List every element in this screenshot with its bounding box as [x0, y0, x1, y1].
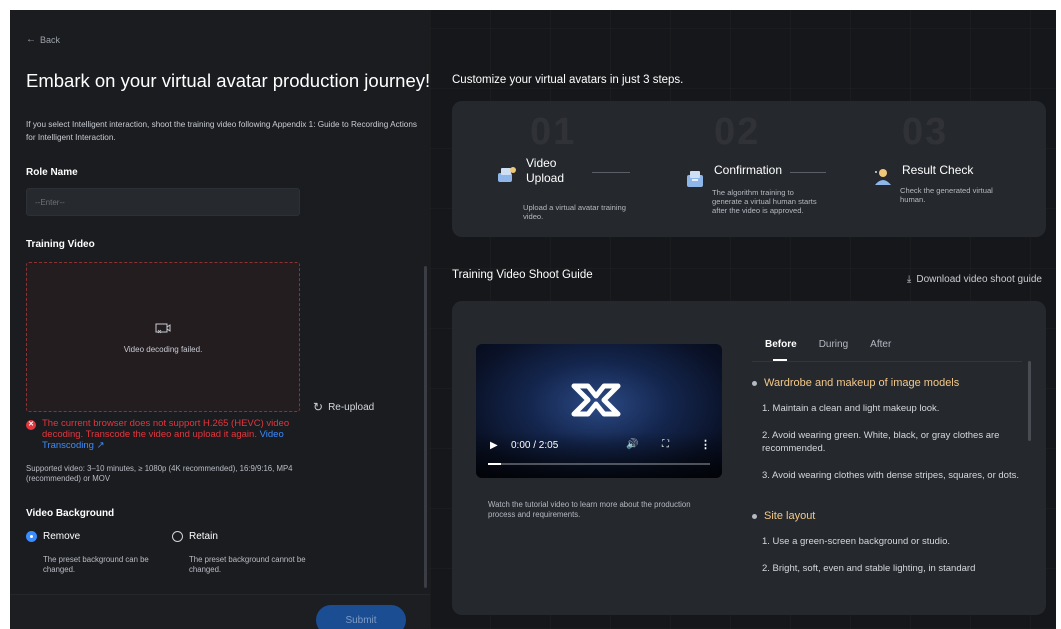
step-result-check: 03 Result Check Check the generated virt…	[852, 101, 1046, 237]
bullet-icon	[752, 380, 757, 386]
reupload-label: Re-upload	[328, 401, 375, 413]
upload-icon	[498, 167, 516, 182]
step-connector	[592, 172, 630, 173]
video-controls	[476, 432, 722, 478]
step-confirmation: 02 Confirmation The algorithm training t…	[652, 101, 852, 237]
reupload-button[interactable]: ↻ Re-upload	[313, 400, 374, 414]
step-number: 01	[530, 111, 577, 153]
right-panel: Customize your virtual avatars in just 3…	[430, 10, 1056, 629]
volume-icon[interactable]: 🔊	[626, 439, 638, 450]
tab-during[interactable]: During	[819, 339, 848, 350]
tutorial-video-player[interactable]: ▶ 0:00 / 2:05 🔊 ⛶ ⋮	[476, 344, 722, 478]
role-name-label: Role Name	[26, 167, 78, 178]
guide-card: ▶ 0:00 / 2:05 🔊 ⛶ ⋮ Watch the tutorial v…	[452, 301, 1046, 615]
video-progress-fill	[488, 463, 502, 465]
radio-remove-label: Remove	[43, 531, 81, 542]
arrow-left-icon: ←	[26, 34, 36, 45]
download-label: Download video shoot guide	[916, 274, 1042, 285]
retain-desc: The preset background cannot be changed.	[189, 555, 306, 574]
more-options-icon[interactable]: ⋮	[700, 438, 711, 451]
list-item: 2. Avoid wearing green. White, black, or…	[762, 430, 1000, 454]
video-broken-icon	[155, 323, 171, 334]
bullet-icon	[752, 513, 757, 519]
radio-retain[interactable]: Retain	[172, 531, 218, 542]
step-name: Video Upload	[526, 156, 565, 185]
section-heading: Site layout	[752, 510, 1024, 522]
video-background-label: Video Background	[26, 508, 115, 519]
steps-card: 01 Video Upload Upload a virtual avatar …	[452, 101, 1046, 237]
refresh-icon: ↻	[313, 400, 324, 414]
step-connector	[790, 172, 826, 173]
list-item: 1. Maintain a clean and light makeup loo…	[762, 403, 940, 414]
download-icon: ⤓	[906, 274, 912, 285]
brand-logo-icon	[571, 383, 621, 417]
video-caption: Watch the tutorial video to learn more a…	[488, 500, 691, 519]
guide-list: Wardrobe and makeup of image models 1. M…	[752, 377, 1024, 589]
supported-video-text: Supported video: 3–10 minutes, ≥ 1080p (…	[26, 464, 293, 483]
decode-failed-text: Video decoding failed.	[123, 345, 203, 354]
app-window: ← Back Embark on your virtual avatar pro…	[10, 10, 1056, 629]
submit-button[interactable]: Submit	[316, 605, 406, 629]
step-number: 02	[714, 111, 761, 153]
list-item: 2. Bright, soft, even and stable lightin…	[762, 563, 976, 574]
remove-desc: The preset background can be changed.	[43, 555, 149, 574]
error-icon: ✕	[26, 420, 36, 430]
guide-scrollbar[interactable]	[1028, 361, 1031, 441]
step-name: Confirmation	[714, 163, 783, 177]
training-video-label: Training Video	[26, 239, 95, 250]
radio-selected-icon	[26, 531, 37, 542]
step-desc: Check the generated virtual human.	[900, 186, 993, 204]
role-name-input[interactable]	[26, 188, 300, 216]
fullscreen-icon[interactable]: ⛶	[662, 439, 669, 450]
page-title: Embark on your virtual avatar production…	[26, 70, 431, 91]
left-panel: ← Back Embark on your virtual avatar pro…	[10, 10, 430, 629]
video-progress-bar[interactable]	[488, 463, 710, 465]
left-scrollbar[interactable]	[424, 266, 427, 588]
list-item: 1. Use a green-screen background or stud…	[762, 536, 950, 547]
tab-after[interactable]: After	[870, 339, 891, 350]
step-number: 03	[902, 111, 949, 153]
step-video-upload: 01 Video Upload Upload a virtual avatar …	[452, 101, 652, 237]
radio-unselected-icon	[172, 531, 183, 542]
section-heading: Wardrobe and makeup of image models	[752, 377, 1024, 389]
step-name: Result Check	[902, 163, 974, 177]
video-upload-area[interactable]: Video decoding failed.	[26, 262, 300, 412]
result-check-icon	[875, 169, 891, 185]
external-link-icon: ↗	[93, 440, 105, 451]
play-icon[interactable]: ▶	[490, 440, 498, 451]
guide-title: Training Video Shoot Guide	[452, 269, 593, 281]
download-guide-link[interactable]: ⤓ Download video shoot guide	[907, 274, 1042, 285]
video-time: 0:00 / 2:05	[511, 440, 559, 451]
confirmation-icon	[687, 171, 703, 187]
radio-retain-label: Retain	[189, 531, 218, 542]
error-text: The current browser does not support H.2…	[42, 418, 290, 440]
intelligent-interaction-note: If you select Intelligent interaction, s…	[26, 120, 417, 142]
step-desc: Upload a virtual avatar training video.	[523, 203, 626, 221]
step-desc: The algorithm training to generate a vir…	[712, 188, 817, 215]
list-item: 3. Avoid wearing clothes with dense stri…	[762, 470, 1019, 481]
radio-remove[interactable]: Remove	[26, 531, 80, 542]
guide-tabs: Before During After	[765, 339, 891, 361]
tab-divider	[752, 361, 1022, 362]
back-link[interactable]: ← Back	[26, 34, 60, 45]
steps-title: Customize your virtual avatars in just 3…	[452, 74, 684, 86]
tab-before[interactable]: Before	[765, 339, 797, 361]
error-message: ✕ The current browser does not support H…	[26, 418, 306, 451]
back-label: Back	[40, 34, 61, 45]
